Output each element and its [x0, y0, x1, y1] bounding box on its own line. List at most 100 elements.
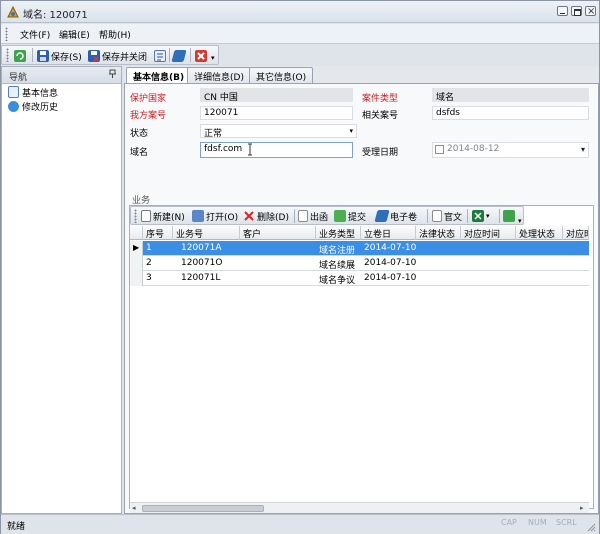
issue-letter-button[interactable]: 出函 — [298, 209, 328, 223]
menu-help[interactable]: 帮助(H) — [99, 28, 131, 41]
our-ref-field[interactable]: 120071 — [200, 106, 353, 120]
new-document-icon — [141, 210, 151, 222]
issue-label: 出函 — [310, 212, 329, 223]
accept-date-picker[interactable]: 2014-08-12 ▾ — [432, 142, 589, 158]
cell-date: 2014-07-10 — [364, 243, 416, 253]
cell-type: 域名续展 — [319, 261, 356, 271]
date-checkbox[interactable] — [435, 145, 444, 154]
protect-country-field[interactable]: CN 中国 — [200, 88, 353, 103]
grid-header: 序号 业务号 客户 业务类型 立卷日 法律状态 对应时间 处理状态 对应时 — [130, 226, 589, 240]
menu-file[interactable]: 文件(F) — [20, 28, 50, 41]
scrollbar-thumb[interactable] — [142, 505, 264, 512]
refresh-icon — [503, 210, 515, 222]
calendar-dropdown-icon[interactable]: ▾ — [581, 145, 585, 154]
official-doc-button[interactable]: 官文 — [432, 209, 462, 223]
biz-toolbar-overflow-icon[interactable]: ▾ — [518, 217, 522, 225]
cancel-button[interactable] — [195, 49, 207, 63]
col-header-process-status[interactable]: 处理状态 — [516, 226, 563, 240]
domain-input[interactable]: fdsf.com — [200, 142, 353, 158]
new-button[interactable]: 新建(N) — [141, 209, 185, 223]
refresh-grid-button[interactable] — [503, 209, 515, 223]
excel-dropdown-icon[interactable]: ▾ — [486, 212, 490, 220]
business-panel: 新建(N) 打开(O) 删除(D) 出函 提交 电子卷 官文 ▾ ▾ 序号 业务… — [129, 205, 594, 513]
col-header-client[interactable]: 客户 — [240, 226, 316, 240]
scroll-left-icon[interactable]: ◂ — [132, 504, 136, 512]
resize-grip-icon[interactable] — [586, 522, 596, 534]
submit-button[interactable]: 提交 — [334, 209, 366, 223]
cell-type: 域名注册 — [319, 246, 356, 256]
cell-type: 域名争议 — [319, 276, 356, 286]
table-row[interactable]: ▶ 1 120071A 域名注册 2014-07-10 — [130, 241, 589, 256]
tab-detail-info[interactable]: 详细信息(D) — [187, 67, 251, 83]
related-ref-field[interactable]: dsfds — [432, 106, 589, 120]
caps-indicator: CAP — [501, 518, 517, 527]
document-button[interactable] — [154, 49, 166, 63]
text-cursor-icon — [247, 143, 253, 156]
toolbar-overflow-icon[interactable]: ▾ — [211, 54, 215, 62]
nav-title: 导航 — [9, 73, 28, 83]
delete-button[interactable]: 删除(D) — [243, 209, 289, 223]
save-button[interactable]: 保存(S) — [37, 49, 82, 63]
document-icon — [154, 50, 166, 62]
col-header-due-time[interactable]: 对应时间 — [461, 226, 516, 240]
maximize-button[interactable] — [571, 6, 582, 16]
tab-other-info[interactable]: 其它信息(O) — [249, 67, 314, 83]
evolume-icon — [374, 210, 390, 222]
excel-export-button[interactable]: ▾ — [472, 209, 490, 223]
minimize-button[interactable] — [557, 6, 568, 16]
save-close-button[interactable]: 保存并关闭 — [88, 49, 147, 63]
save-label: 保存(S) — [51, 52, 82, 63]
status-bar: 就绪 CAP NUM SCRL — [1, 514, 599, 534]
nav-item-basic-info[interactable]: 基本信息 — [8, 85, 58, 99]
row-selector[interactable]: ▶ — [130, 241, 143, 256]
domain-label: 域名 — [130, 148, 149, 158]
col-header-no[interactable]: 序号 — [143, 226, 173, 240]
protect-country-label: 保护国家 — [130, 94, 167, 104]
row-selector[interactable] — [130, 256, 143, 271]
cell-no: 1 — [146, 243, 152, 253]
status-label: 状态 — [130, 129, 149, 139]
evolume-label: 电子卷 — [390, 212, 418, 223]
col-header-type[interactable]: 业务类型 — [316, 226, 361, 240]
menu-edit[interactable]: 编辑(E) — [59, 28, 90, 41]
nav-item-label: 修改历史 — [22, 102, 59, 113]
submit-label: 提交 — [348, 212, 367, 223]
submit-icon — [334, 210, 346, 222]
book-button[interactable] — [171, 49, 187, 63]
col-header-biz-no[interactable]: 业务号 — [173, 226, 240, 240]
col-header-date[interactable]: 立卷日 — [361, 226, 416, 240]
cell-biz-no: 120071A — [181, 243, 222, 253]
history-icon — [8, 100, 19, 112]
book-icon — [171, 50, 187, 62]
col-header-legal-status[interactable]: 法律状态 — [416, 226, 461, 240]
horizontal-scrollbar[interactable]: ◂ ▸ — [130, 502, 589, 513]
dropdown-arrow-icon[interactable]: ▾ — [349, 127, 353, 135]
toolbar-grip[interactable] — [6, 48, 9, 62]
close-button[interactable] — [585, 6, 596, 17]
cell-date: 2014-07-10 — [364, 273, 416, 283]
col-header-due[interactable]: 对应时 — [563, 226, 589, 240]
menu-grip[interactable] — [5, 27, 8, 41]
cell-biz-no: 120071L — [181, 273, 221, 283]
table-row[interactable]: 3 120071L 域名争议 2014-07-10 — [130, 271, 589, 286]
row-selector[interactable] — [130, 271, 143, 286]
excel-icon — [472, 210, 484, 222]
biz-toolbar-grip[interactable] — [134, 209, 137, 223]
evolume-button[interactable]: 电子卷 — [374, 209, 418, 223]
refresh-icon — [14, 50, 26, 62]
related-ref-label: 相关案号 — [362, 111, 399, 121]
status-select[interactable]: 正常 ▾ — [200, 124, 357, 139]
cell-date: 2014-07-10 — [364, 258, 416, 268]
case-type-field[interactable]: 域名 — [432, 88, 589, 103]
tab-basic-info[interactable]: 基本信息(B) — [126, 67, 192, 84]
delete-icon — [243, 210, 255, 222]
pin-icon[interactable] — [108, 69, 117, 82]
nav-item-history[interactable]: 修改历史 — [8, 99, 58, 113]
status-text: 就绪 — [7, 522, 26, 532]
open-button[interactable]: 打开(O) — [192, 209, 238, 223]
table-row[interactable]: 2 120071O 域名续展 2014-07-10 — [130, 256, 589, 271]
nav-header: 导航 — [2, 67, 121, 84]
open-label: 打开(O) — [206, 212, 239, 223]
refresh-button[interactable] — [14, 49, 26, 63]
scroll-right-icon[interactable]: ▸ — [580, 504, 584, 512]
